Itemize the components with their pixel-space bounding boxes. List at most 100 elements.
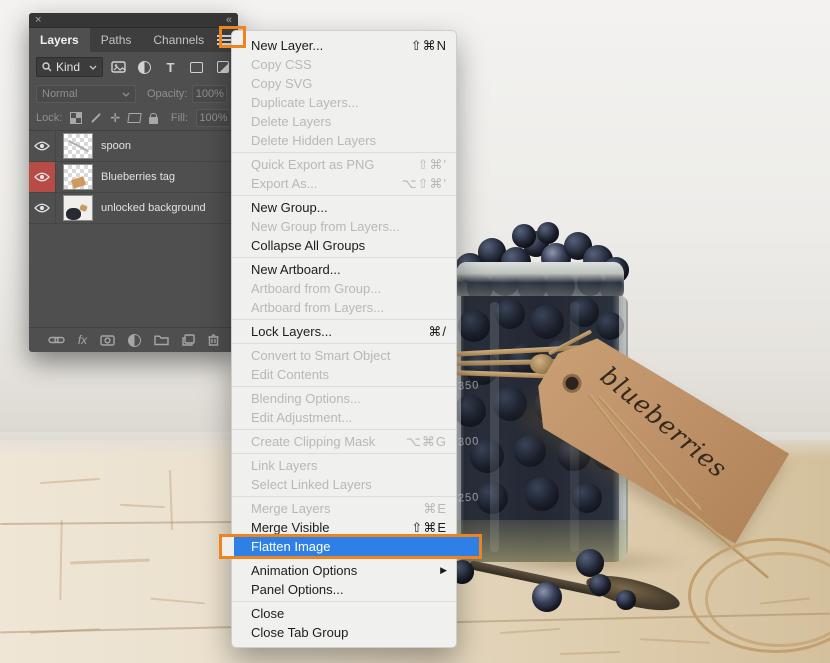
menu-separator — [232, 496, 456, 497]
layer-thumbnail[interactable] — [63, 133, 93, 159]
layer-row-blueberries-tag[interactable]: Blueberries tag — [29, 162, 238, 193]
blueberry — [525, 477, 559, 511]
adjustment-layer-icon[interactable] — [128, 334, 141, 347]
menu-item-close-tab-group[interactable]: Close Tab Group — [232, 623, 456, 642]
fill-value-box[interactable]: 100% — [196, 109, 231, 127]
menu-separator — [232, 343, 456, 344]
menu-item-label: Animation Options — [251, 561, 428, 580]
filter-type-icons: T — [110, 60, 231, 75]
lock-artboard-icon[interactable] — [128, 113, 141, 123]
blueberry — [458, 310, 490, 342]
menu-item-panel-options[interactable]: Panel Options... — [232, 580, 456, 599]
visibility-eye-icon[interactable] — [29, 162, 56, 192]
menu-separator — [232, 152, 456, 153]
menu-item-new-layer[interactable]: New Layer...⇧⌘N — [232, 36, 456, 55]
blueberry — [512, 224, 536, 248]
menu-item-label: Lock Layers... — [251, 322, 416, 341]
menu-item-flatten-image[interactable]: Flatten Image — [232, 537, 456, 556]
menu-item-label: Flatten Image — [251, 537, 447, 556]
layers-panel: × « Layers Paths Channels Kind T — [29, 13, 238, 352]
tag-hole — [563, 374, 581, 392]
new-layer-icon[interactable] — [182, 334, 195, 346]
menu-item-shortcut: ⌥⇧⌘' — [402, 174, 447, 193]
layer-thumbnail[interactable] — [63, 195, 93, 221]
blueberry — [537, 222, 559, 244]
menu-separator — [232, 429, 456, 430]
menu-item-delete-layers: Delete Layers — [232, 112, 456, 131]
delete-layer-icon[interactable] — [208, 334, 219, 346]
screenshot-stage: 350 300 250 blueberries × « Layers Pa — [0, 0, 830, 663]
menu-item-blending-options: Blending Options... — [232, 389, 456, 408]
new-group-folder-icon[interactable] — [154, 335, 169, 346]
kind-filter-dropdown[interactable]: Kind — [36, 57, 103, 77]
glass-highlight — [490, 302, 499, 552]
menu-item-collapse-all-groups[interactable]: Collapse All Groups — [232, 236, 456, 255]
tab-layers[interactable]: Layers — [29, 28, 90, 52]
menu-item-animation-options[interactable]: Animation Options▶ — [232, 561, 456, 580]
menu-item-label: Collapse All Groups — [251, 236, 447, 255]
layer-style-fx-icon[interactable]: fx — [78, 333, 87, 347]
menu-item-label: New Artboard... — [251, 260, 447, 279]
blueberry — [532, 582, 562, 612]
menu-item-label: New Group from Layers... — [251, 217, 447, 236]
tab-paths[interactable]: Paths — [90, 28, 143, 52]
menu-item-label: New Group... — [251, 198, 447, 217]
menu-item-new-artboard[interactable]: New Artboard... — [232, 260, 456, 279]
menu-item-merge-layers: Merge Layers⌘E — [232, 499, 456, 518]
lock-row: Lock: ✛ Fill: 100% — [29, 106, 238, 130]
chevron-down-icon — [122, 92, 130, 97]
blueberry — [576, 549, 604, 577]
link-layers-icon[interactable] — [48, 335, 65, 345]
menu-item-duplicate-layers: Duplicate Layers... — [232, 93, 456, 112]
visibility-eye-icon[interactable] — [29, 193, 56, 223]
layer-row-spoon[interactable]: spoon — [29, 131, 238, 162]
menu-item-lock-layers[interactable]: Lock Layers...⌘/ — [232, 322, 456, 341]
menu-item-delete-hidden-layers: Delete Hidden Layers — [232, 131, 456, 150]
lock-position-icon[interactable]: ✛ — [110, 111, 120, 125]
visibility-eye-icon[interactable] — [29, 131, 56, 161]
menu-item-label: Artboard from Group... — [251, 279, 447, 298]
menu-item-close[interactable]: Close — [232, 604, 456, 623]
menu-item-convert-to-smart-object: Convert to Smart Object — [232, 346, 456, 365]
layer-thumbnail[interactable] — [63, 164, 93, 190]
layers-list: spoonBlueberries tagunlocked background — [29, 130, 238, 224]
menu-item-label: Close — [251, 604, 447, 623]
layer-row-unlocked-background[interactable]: unlocked background — [29, 193, 238, 224]
menu-separator — [232, 195, 456, 196]
opacity-label: Opacity: — [147, 88, 187, 100]
blend-mode-select[interactable]: Normal — [36, 85, 136, 103]
menu-item-new-group-from-layers: New Group from Layers... — [232, 217, 456, 236]
adjustment-filter-icon[interactable] — [136, 60, 153, 75]
menu-separator — [232, 257, 456, 258]
menu-item-label: Edit Contents — [251, 365, 447, 384]
menu-item-label: Panel Options... — [251, 580, 447, 599]
menu-item-label: Close Tab Group — [251, 623, 447, 642]
blend-mode-value: Normal — [42, 88, 77, 100]
menu-item-shortcut: ⌘E — [423, 499, 447, 518]
type-filter-icon[interactable]: T — [162, 60, 179, 75]
menu-item-label: Select Linked Layers — [251, 475, 447, 494]
menu-item-label: Delete Hidden Layers — [251, 131, 447, 150]
lock-paint-icon[interactable] — [90, 117, 102, 119]
blueberry — [530, 305, 564, 339]
opacity-value-box[interactable]: 100% — [192, 85, 227, 103]
collapse-panel-icon[interactable]: « — [226, 15, 232, 26]
fill-label: Fill: — [171, 112, 188, 124]
tab-channels[interactable]: Channels — [142, 28, 215, 52]
lock-label: Lock: — [36, 112, 62, 124]
shape-filter-icon[interactable] — [188, 60, 205, 75]
menu-item-shortcut: ⌥⌘G — [406, 432, 447, 451]
menu-item-label: Copy CSS — [251, 55, 447, 74]
menu-item-label: Copy SVG — [251, 74, 447, 93]
menu-item-label: Delete Layers — [251, 112, 447, 131]
close-icon[interactable]: × — [35, 15, 41, 26]
menu-item-label: Create Clipping Mask — [251, 432, 394, 451]
smart-object-filter-icon[interactable] — [214, 60, 231, 75]
layer-mask-icon[interactable] — [100, 335, 115, 346]
menu-item-label: Blending Options... — [251, 389, 447, 408]
jar-measure-mark: 300 — [458, 435, 480, 448]
pixel-layer-filter-icon[interactable] — [110, 60, 127, 75]
lock-transparent-icon[interactable] — [70, 112, 82, 124]
lock-all-icon[interactable] — [149, 113, 158, 124]
menu-item-new-group[interactable]: New Group... — [232, 198, 456, 217]
